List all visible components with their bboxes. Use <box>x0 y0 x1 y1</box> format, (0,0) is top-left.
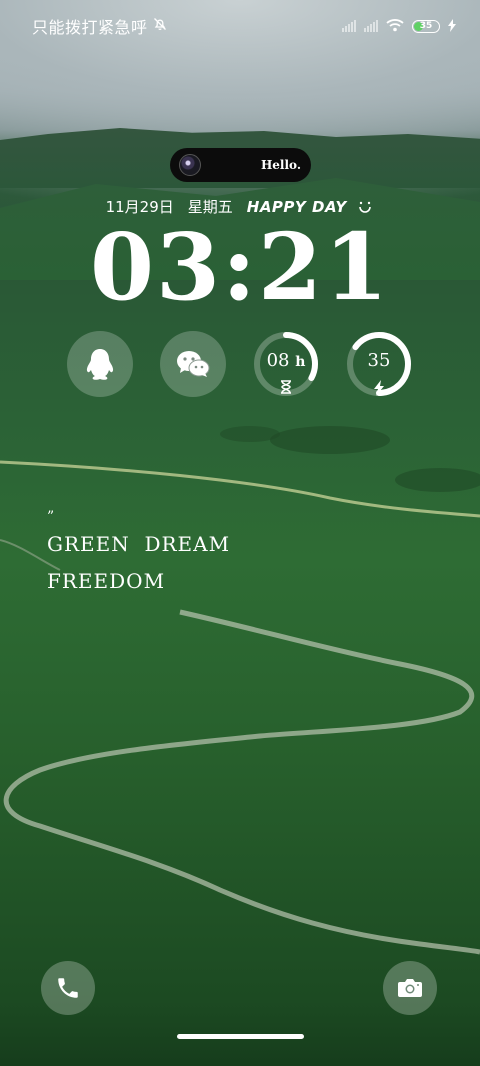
battery-level: 35 <box>419 21 433 31</box>
battery-icon: 35 <box>412 19 440 33</box>
mute-bell-icon <box>152 16 168 36</box>
island-greeting: Hello. <box>260 158 301 172</box>
phone-icon <box>58 978 78 998</box>
home-indicator[interactable] <box>177 1034 304 1039</box>
camera-shortcut-button[interactable] <box>383 961 437 1015</box>
quote-line-1: GREEN DREAM <box>47 532 231 556</box>
camera-icon <box>398 979 422 997</box>
qq-shortcut-button[interactable] <box>67 331 133 397</box>
carrier-text: 只能拨打紧急呼 <box>32 18 148 37</box>
battery-widget[interactable]: 35 <box>345 330 413 398</box>
screen-time-hours: 08 <box>266 350 290 371</box>
phone-shortcut-button[interactable] <box>41 961 95 1015</box>
hourglass-icon <box>281 380 291 394</box>
signal-off-icon <box>342 20 356 32</box>
wechat-shortcut-button[interactable] <box>160 331 226 397</box>
charging-icon <box>448 17 456 36</box>
status-bar: 只能拨打紧急呼 35 <box>32 14 456 38</box>
battery-widget-value: 35 <box>367 350 391 371</box>
quote-line-2: FREEDOM <box>47 569 166 593</box>
screen-time-widget[interactable]: 08 h <box>252 330 320 398</box>
wifi-icon <box>386 17 404 36</box>
camera-lens-icon <box>179 154 201 176</box>
signal-off-icon <box>364 20 378 32</box>
wallpaper-quote: ” GREEN DREAM FREEDOM <box>47 510 230 593</box>
charging-bolt-icon <box>374 380 384 396</box>
dynamic-island[interactable]: Hello. <box>170 148 311 182</box>
wechat-icon <box>177 351 210 377</box>
quote-mark: ” <box>47 509 56 525</box>
screen-time-value: 08 h <box>252 350 320 371</box>
clock-time: 03:21 <box>89 213 390 321</box>
screen-time-unit: h <box>295 354 306 370</box>
qq-penguin-icon <box>86 349 114 380</box>
